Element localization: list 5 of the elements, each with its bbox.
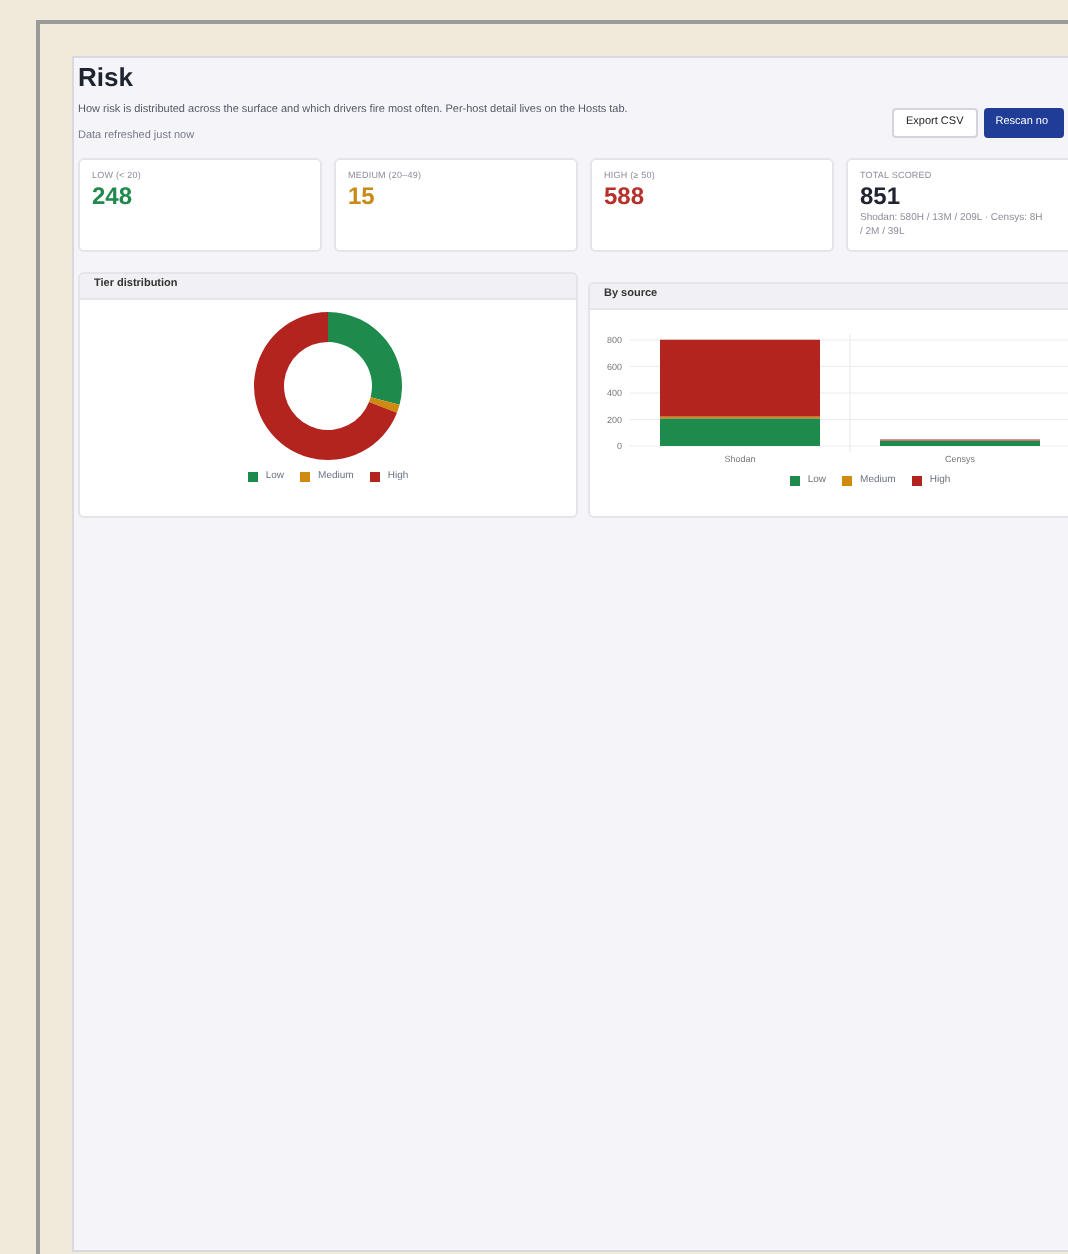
stat-value: 588 <box>604 182 647 211</box>
page-title: Risk <box>78 62 135 94</box>
stat-value: 248 <box>92 182 135 211</box>
stat-value: 851 <box>860 182 903 211</box>
stat-value: 15 <box>348 182 377 211</box>
